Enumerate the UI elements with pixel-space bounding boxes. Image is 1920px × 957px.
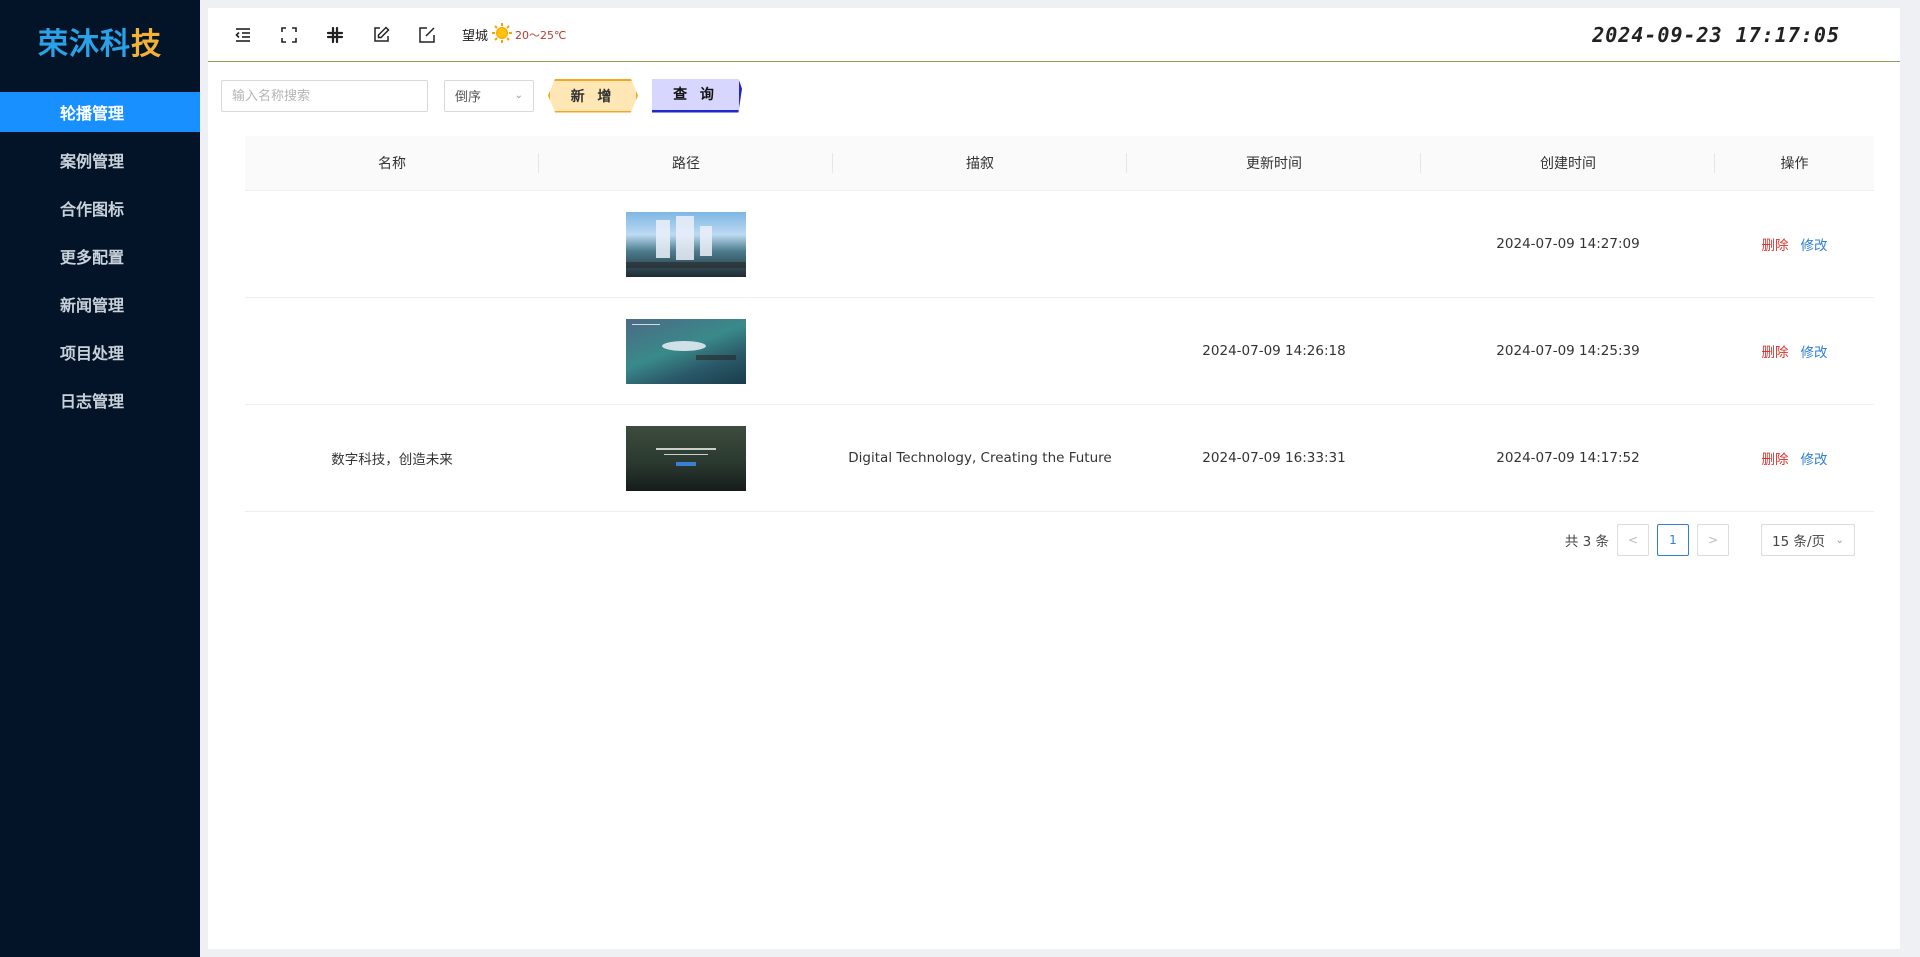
table-header: 名称 路径 描叙 更新时间 创建时间 操作 <box>245 136 1874 191</box>
chevron-down-icon: ⌄ <box>514 90 523 101</box>
column-header-path: 路径 <box>539 136 833 190</box>
table-row: 数字科技，创造未来 Digital Technology, Creating t… <box>245 405 1874 512</box>
carousel-image-thumbnail[interactable] <box>626 318 746 384</box>
column-header-actions: 操作 <box>1780 156 1809 172</box>
cell-created: 2024-07-09 14:25:39 <box>1496 343 1640 359</box>
edit-check-icon[interactable] <box>416 24 438 46</box>
sidebar-item-label: 合作图标 <box>60 200 125 219</box>
edit-link[interactable]: 修改 <box>1801 234 1828 254</box>
table-row: 2024-07-09 14:26:18 2024-07-09 14:25:39 … <box>245 298 1874 405</box>
sidebar-item-carousel[interactable]: 轮播管理 <box>0 92 200 132</box>
logo-text: 荣沐科 <box>38 27 131 62</box>
cell-path <box>539 298 833 404</box>
add-button[interactable]: 新 增 <box>548 78 638 113</box>
delete-link[interactable]: 删除 <box>1762 341 1789 361</box>
sidebar-item-more-settings[interactable]: 更多配置 <box>0 236 200 276</box>
page-number-button[interactable]: 1 <box>1657 524 1689 556</box>
carousel-image-thumbnail[interactable] <box>626 211 746 277</box>
sidebar-item-label: 新闻管理 <box>60 296 125 315</box>
carousel-table: 名称 路径 描叙 更新时间 创建时间 操作 2024-07-09 14:27:0… <box>245 136 1874 512</box>
weather-city: 望城 <box>462 29 489 44</box>
sidebar-item-label: 项目处理 <box>60 344 125 363</box>
cell-path <box>539 191 833 297</box>
search-input[interactable] <box>221 79 428 112</box>
prev-page-button[interactable]: < <box>1617 524 1649 556</box>
delete-link[interactable]: 删除 <box>1762 234 1789 254</box>
cell-updated <box>1127 191 1421 297</box>
sidebar-item-label: 案例管理 <box>60 152 125 171</box>
sidebar-item-cases[interactable]: 案例管理 <box>0 140 200 180</box>
chevron-down-icon: ⌄ <box>1835 534 1844 546</box>
cell-name <box>245 298 539 404</box>
pagination-total: 共 3 条 <box>1564 534 1609 550</box>
cell-updated: 2024-07-09 14:26:18 <box>1202 343 1346 359</box>
sidebar-item-label: 轮播管理 <box>60 104 125 123</box>
edit-icon[interactable] <box>370 24 392 46</box>
sun-icon <box>491 22 513 48</box>
cell-actions: 删除 修改 <box>1715 405 1874 511</box>
edit-link[interactable]: 修改 <box>1801 341 1828 361</box>
cell-created: 2024-07-09 14:27:09 <box>1496 236 1640 252</box>
column-header-name: 名称 <box>245 136 539 190</box>
edit-link[interactable]: 修改 <box>1801 448 1828 468</box>
clock-datetime: 2024-09-23 17:17:05 <box>1592 23 1840 47</box>
sidebar-menu: 轮播管理 案例管理 合作图标 更多配置 新闻管理 项目处理 日志管理 <box>0 92 200 420</box>
cell-description <box>833 191 1127 297</box>
sidebar-item-label: 日志管理 <box>60 392 125 411</box>
cell-created: 2024-07-09 14:17:52 <box>1496 450 1640 466</box>
logo-accent-text: 技 <box>131 27 162 62</box>
cell-updated: 2024-07-09 16:33:31 <box>1202 450 1346 466</box>
cell-actions: 删除 修改 <box>1715 298 1874 404</box>
cell-name: 数字科技，创造未来 <box>331 452 453 468</box>
carousel-image-thumbnail[interactable] <box>626 425 746 491</box>
cell-description <box>833 298 1127 404</box>
sort-select[interactable]: 倒序 ⌄ <box>444 79 534 112</box>
table-row: 2024-07-09 14:27:09 删除 修改 <box>245 191 1874 298</box>
menu-fold-icon[interactable] <box>232 24 254 46</box>
main-panel: 望城 20～25℃ 2024-09-23 17:17:05 倒序 ⌄ 新 增 查… <box>208 8 1900 949</box>
sidebar: 荣沐科技 轮播管理 案例管理 合作图标 更多配置 新闻管理 项目处理 日志管理 <box>0 0 200 957</box>
slack-icon[interactable] <box>324 24 346 46</box>
cell-description: Digital Technology, Creating the Future <box>848 450 1112 466</box>
sidebar-item-news[interactable]: 新闻管理 <box>0 284 200 324</box>
fullscreen-icon[interactable] <box>278 24 300 46</box>
column-header-description: 描叙 <box>833 136 1127 190</box>
sort-select-value: 倒序 <box>455 90 482 105</box>
next-page-button[interactable]: > <box>1697 524 1729 556</box>
page-size-select[interactable]: 15 条/页 ⌄ <box>1761 524 1855 556</box>
weather-temp: 20～25℃ <box>515 28 567 42</box>
sidebar-item-logs[interactable]: 日志管理 <box>0 380 200 420</box>
delete-link[interactable]: 删除 <box>1762 448 1789 468</box>
pagination: 共 3 条 < 1 > 15 条/页 ⌄ <box>1565 524 1855 556</box>
cell-actions: 删除 修改 <box>1715 191 1874 297</box>
column-header-created: 创建时间 <box>1421 136 1715 190</box>
sidebar-item-label: 更多配置 <box>60 248 125 267</box>
cell-name <box>245 191 539 297</box>
sidebar-item-partner-logos[interactable]: 合作图标 <box>0 188 200 228</box>
weather-widget: 望城 20～25℃ <box>462 22 566 48</box>
topbar: 望城 20～25℃ 2024-09-23 17:17:05 <box>208 8 1900 62</box>
toolbar: 倒序 ⌄ 新 增 查 询 <box>208 62 1900 118</box>
column-header-updated: 更新时间 <box>1127 136 1421 190</box>
page-size-value: 15 条/页 <box>1772 534 1826 550</box>
chevron-right-icon: > <box>1707 533 1719 547</box>
sidebar-item-projects[interactable]: 项目处理 <box>0 332 200 372</box>
chevron-left-icon: < <box>1627 533 1639 547</box>
cell-path <box>539 405 833 511</box>
brand-logo: 荣沐科技 <box>0 0 200 82</box>
query-button[interactable]: 查 询 <box>652 78 742 113</box>
